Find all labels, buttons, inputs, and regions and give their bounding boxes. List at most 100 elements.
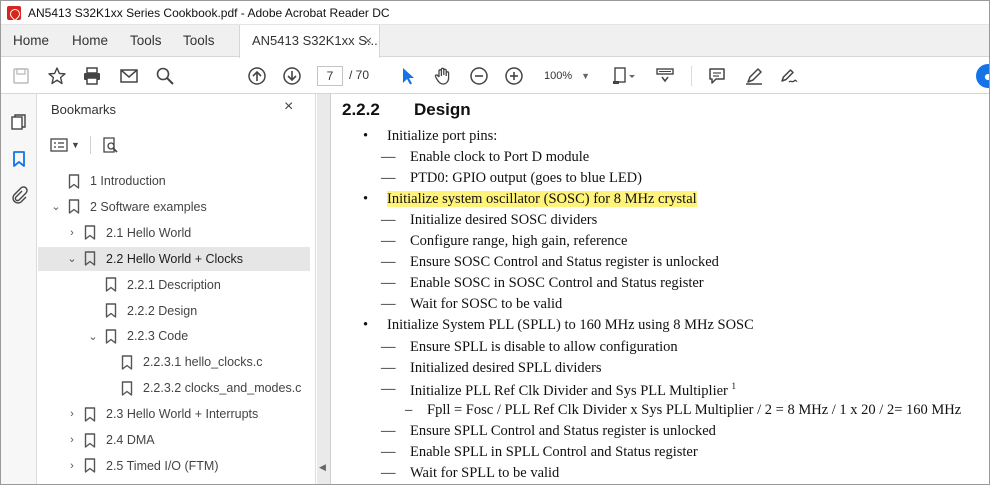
tab-home[interactable]: Home <box>13 25 49 57</box>
zoom-level-select[interactable]: 100% ▼ <box>536 66 594 86</box>
list-marker: — <box>381 254 396 271</box>
list-marker: — <box>381 443 396 460</box>
bookmark-star-button[interactable] <box>45 64 69 88</box>
list-marker: — <box>381 422 396 439</box>
scroll-mode-button[interactable] <box>653 64 677 88</box>
line-text: Initialize port pins: <box>387 128 498 144</box>
bookmark-item[interactable]: › 2.4 DMA <box>38 428 310 452</box>
line-text: Initialize PLL Ref Clk Divider and Sys P… <box>410 382 728 399</box>
bookmark-item[interactable]: › 2.3 Hello World + Interrupts <box>38 402 310 426</box>
chevron-down-icon[interactable]: ⌄ <box>66 252 78 265</box>
list-marker: • <box>363 317 369 334</box>
page-display-button[interactable] <box>609 64 639 88</box>
highlight-button[interactable] <box>742 64 766 88</box>
user-icon: ● <box>984 68 989 84</box>
printer-icon <box>84 67 100 85</box>
next-page-button[interactable] <box>280 64 304 88</box>
window-title: AN5413 S32K1xx Series Cookbook.pdf - Ado… <box>28 5 390 20</box>
attachments-panel-button[interactable] <box>9 185 29 205</box>
bookmark-label: 2.2.3.1 hello_clocks.c <box>143 355 263 370</box>
bookmark-item[interactable]: 2.2.3.2 clocks_and_modes.c <box>38 376 310 400</box>
list-marker: — <box>381 464 396 481</box>
print-button[interactable] <box>80 64 104 88</box>
pen-icon <box>746 68 762 85</box>
minus-circle-icon <box>470 67 488 85</box>
bookmark-item[interactable]: ⌄ 2.2 Hello World + Clocks <box>38 246 310 271</box>
line-text: PTD0: GPIO output (goes to blue LED) <box>410 170 642 187</box>
page-thumbnails-button[interactable] <box>9 112 29 132</box>
bookmark-item[interactable]: › 2.5 Timed I/O (FTM) <box>38 454 310 478</box>
bookmark-item[interactable]: 2.2.1 Description <box>38 273 310 297</box>
options-menu-button[interactable]: ▼ <box>50 138 80 152</box>
plus-circle-icon <box>505 67 523 85</box>
line-text: Enable SPLL in SPLL Control and Status r… <box>410 443 698 460</box>
bookmark-icon <box>84 432 96 448</box>
document-tab-label: AN5413 S32K1xx S... <box>252 33 378 48</box>
line-text: Configure range, high gain, reference <box>410 233 628 250</box>
bookmark-icon <box>121 355 133 370</box>
select-tool-button[interactable] <box>396 64 420 88</box>
bookmark-icon <box>13 151 25 167</box>
find-button[interactable] <box>153 64 177 88</box>
bookmark-label: 2.1 Hello World <box>106 225 192 240</box>
bookmarks-panel-button[interactable] <box>9 149 29 169</box>
tab-document[interactable]: AN5413 S32K1xx S... × <box>239 25 380 58</box>
bookmark-item[interactable]: ⌄ 2.2.3 Code <box>38 324 310 348</box>
line-text: Wait for SPLL to be valid <box>410 464 560 481</box>
zoom-out-button[interactable] <box>467 64 491 88</box>
close-tab-icon[interactable]: × <box>364 25 372 57</box>
hand-tool-button[interactable] <box>431 64 455 88</box>
bookmark-icon <box>84 406 96 422</box>
document-line: Initialize PLL Ref Clk Divider and Sys P… <box>410 381 736 400</box>
tab-tools-2[interactable]: Tools <box>183 25 215 57</box>
bookmark-item[interactable]: 2.2.2 Design <box>38 299 310 323</box>
sign-button[interactable] <box>777 64 801 88</box>
comment-icon <box>709 68 725 84</box>
chevron-down-icon: ▼ <box>71 140 80 150</box>
line-text: Initialize System PLL (SPLL) to 160 MHz … <box>387 317 754 334</box>
bookmark-icon <box>121 380 133 396</box>
chevron-right-icon[interactable]: › <box>66 227 78 239</box>
bookmark-icon <box>84 225 96 240</box>
search-icon <box>156 67 174 85</box>
tab-bar: Home Home Tools Tools AN5413 S32K1xx S..… <box>1 25 989 58</box>
bookmark-item[interactable]: ⌄ 2 Software examples <box>38 195 310 219</box>
panel-resize-strip[interactable]: ◀ <box>317 94 331 484</box>
toolbar-divider <box>89 136 91 154</box>
email-button[interactable] <box>117 64 141 88</box>
zoom-in-button[interactable] <box>502 64 526 88</box>
footnote-marker[interactable]: 1 <box>732 381 737 391</box>
bookmark-item[interactable]: 2.2.3.1 hello_clocks.c <box>38 350 310 374</box>
sign-pen-icon <box>781 69 798 83</box>
tab-tools[interactable]: Tools <box>130 25 162 57</box>
list-marker: • <box>363 128 369 144</box>
bookmark-label: 2.2.3.2 clocks_and_modes.c <box>143 381 302 396</box>
zoom-level-value: 100% <box>544 70 573 82</box>
arrow-up-circle-icon <box>248 67 266 85</box>
save-button[interactable] <box>9 64 33 88</box>
line-text: Ensure SPLL Control and Status register … <box>410 422 716 439</box>
close-panel-icon[interactable]: × <box>284 98 293 116</box>
list-marker: — <box>381 359 396 376</box>
bookmark-item[interactable]: 1 Introduction <box>38 169 310 193</box>
tab-home-2[interactable]: Home <box>72 25 108 57</box>
chevron-right-icon[interactable]: › <box>66 434 78 446</box>
bookmark-icon <box>84 251 96 266</box>
chevron-down-icon[interactable]: ⌄ <box>87 330 99 343</box>
chevron-right-icon[interactable]: › <box>66 408 78 420</box>
page-number-input[interactable]: 7 <box>317 66 343 86</box>
previous-page-button[interactable] <box>245 64 269 88</box>
bookmark-icon <box>68 199 80 215</box>
list-marker: • <box>363 191 369 208</box>
list-options-icon <box>50 138 68 152</box>
document-page: 2.2.2 Design • Initialize port pins: — Enabl… <box>332 94 989 484</box>
chevron-down-icon[interactable]: ⌄ <box>50 200 62 213</box>
comment-button[interactable] <box>705 64 729 88</box>
find-bookmark-icon[interactable] <box>101 136 119 154</box>
chevron-right-icon[interactable]: › <box>66 460 78 472</box>
share-button[interactable]: ● <box>976 64 989 88</box>
collapse-panel-icon[interactable]: ◀ <box>319 462 326 473</box>
bookmark-item[interactable]: › 2.1 Hello World <box>38 221 310 245</box>
acrobat-window: AN5413 S32K1xx Series Cookbook.pdf - Ado… <box>0 0 990 485</box>
document-line: Wait for SPLL to be valid <box>410 465 559 482</box>
